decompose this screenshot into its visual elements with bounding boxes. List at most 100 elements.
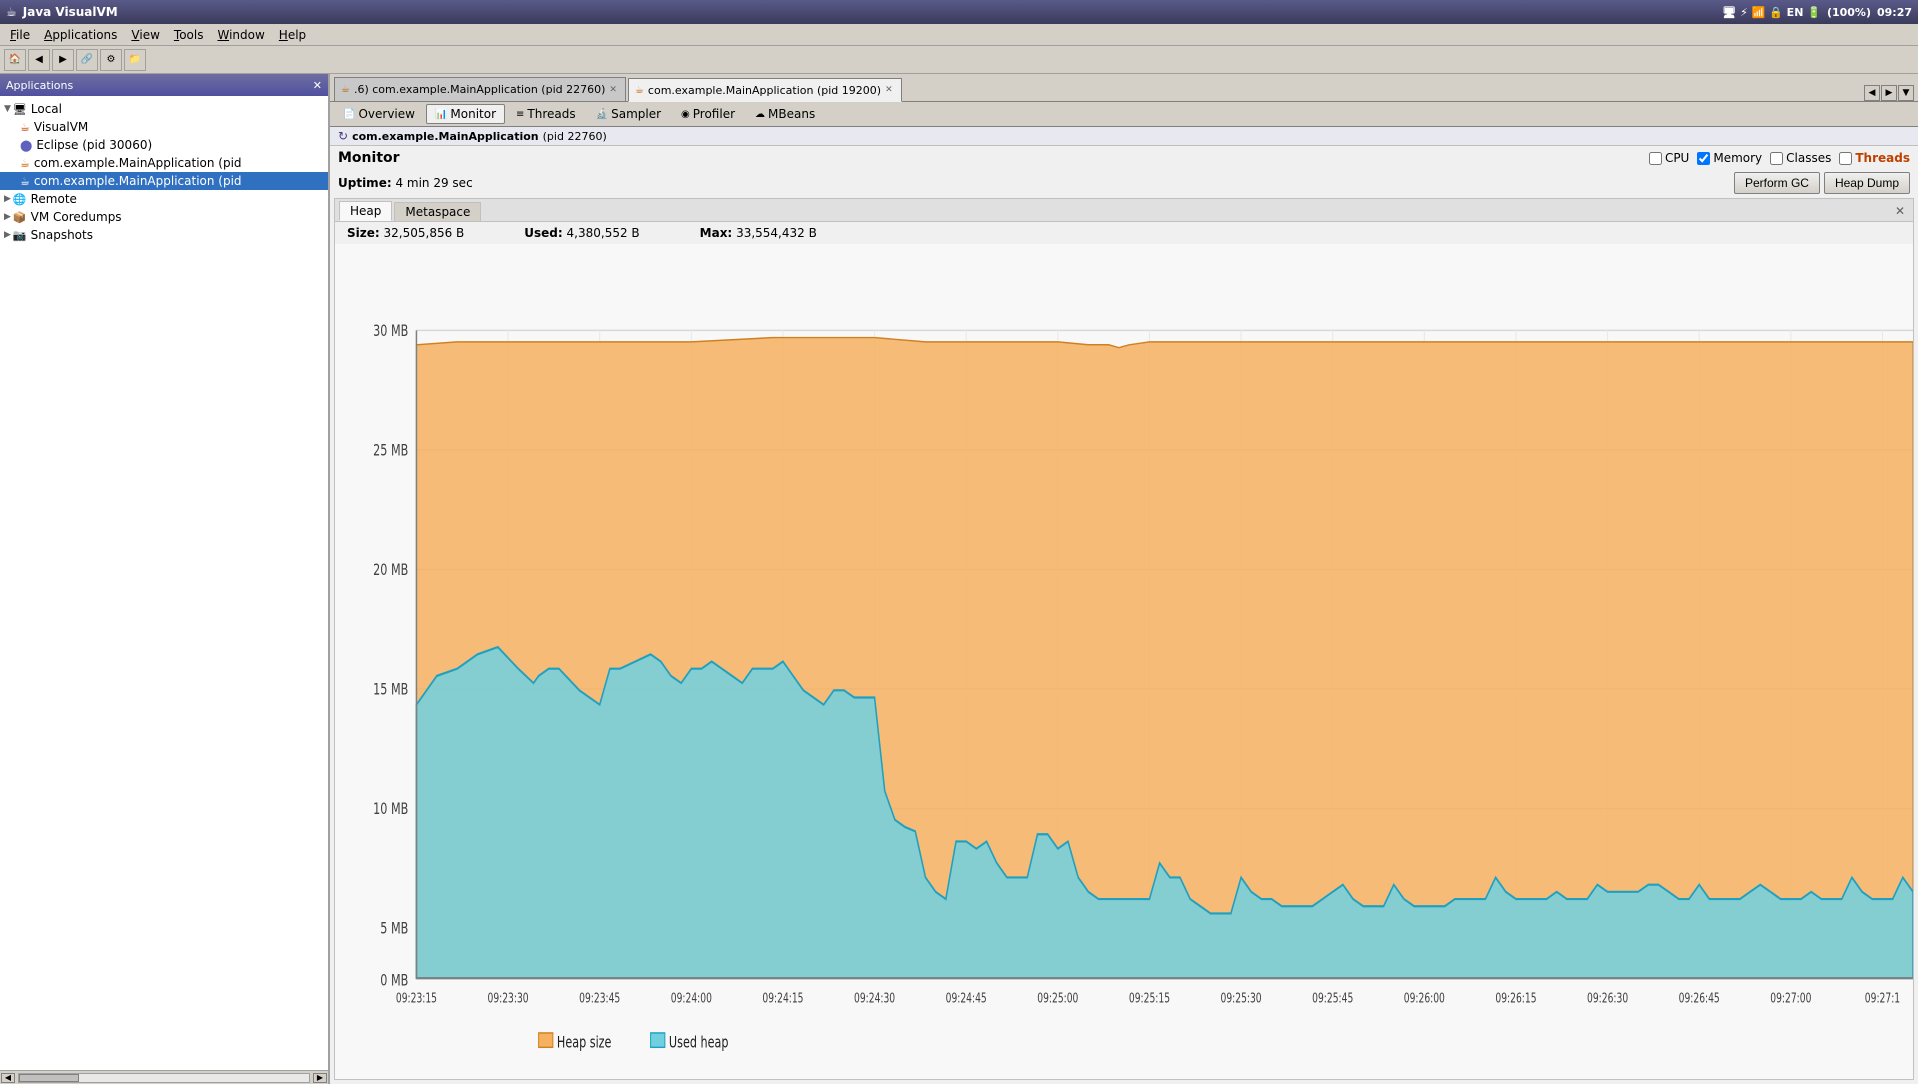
titlebar-left: ☕ Java VisualVM <box>6 5 118 19</box>
tree-item-local[interactable]: ▼ 🖥 Local <box>0 100 328 118</box>
heap-dump-button[interactable]: Heap Dump <box>1824 172 1910 194</box>
toolbar-btn-4[interactable]: 🔗 <box>76 49 98 71</box>
menu-applications[interactable]: Applications <box>38 26 123 44</box>
max-label: Max: <box>700 226 733 240</box>
system-tray-icons: 🖥 ⚡ 📶 🔒 EN 🔋 <box>1722 6 1821 19</box>
toolbar-btn-1[interactable]: 🏠 <box>4 49 26 71</box>
perform-gc-button[interactable]: Perform GC <box>1734 172 1820 194</box>
tab1-close[interactable]: ✕ <box>609 85 617 95</box>
stats-row: Size: 32,505,856 B Used: 4,380,552 B Max… <box>335 222 1913 244</box>
svg-text:09:25:15: 09:25:15 <box>1129 991 1170 1006</box>
svg-text:0 MB: 0 MB <box>380 972 408 990</box>
tree-arrow-remote: ▶ <box>4 194 11 204</box>
sampler-icon: 🔬 <box>596 109 608 120</box>
menu-tools[interactable]: Tools <box>168 26 210 44</box>
toolbar-btn-5[interactable]: ⚙ <box>100 49 122 71</box>
menu-view[interactable]: View <box>125 26 165 44</box>
tree-item-coredumps[interactable]: ▶ 📦 VM Coredumps <box>0 208 328 226</box>
chart-tab-metaspace[interactable]: Metaspace <box>394 202 481 221</box>
mbeans-label: MBeans <box>768 107 815 121</box>
file-tab-1[interactable]: ☕ .6) com.example.MainApplication (pid 2… <box>334 77 626 101</box>
file-tab-2[interactable]: ☕ com.example.MainApplication (pid 19200… <box>628 78 902 102</box>
tree-label-main1: com.example.MainApplication (pid <box>34 156 242 170</box>
tree-area: ▼ 🖥 Local ☕ VisualVM ⬤ Eclipse (pid 3006… <box>0 96 328 1070</box>
scroll-right-btn[interactable]: ▶ <box>313 1073 327 1083</box>
tab1-icon: ☕ <box>341 84 350 95</box>
toolbar-btn-3[interactable]: ▶ <box>52 49 74 71</box>
tree-item-snapshots[interactable]: ▶ 📷 Snapshots <box>0 226 328 244</box>
svg-text:09:23:30: 09:23:30 <box>487 991 528 1006</box>
panel-close-btn[interactable]: ✕ <box>313 79 322 92</box>
process-bar: ↻ com.example.MainApplication (pid 22760… <box>330 127 1918 146</box>
memory-checkbox[interactable] <box>1697 152 1710 165</box>
svg-text:09:23:15: 09:23:15 <box>396 991 437 1006</box>
scroll-track <box>18 1073 310 1083</box>
overview-icon: 📄 <box>343 109 355 120</box>
svg-text:09:27:1: 09:27:1 <box>1865 991 1900 1006</box>
svg-text:09:23:45: 09:23:45 <box>579 991 620 1006</box>
tree-item-remote[interactable]: ▶ 🌐 Remote <box>0 190 328 208</box>
tab-nav: ◀ ▶ ▼ <box>1864 85 1914 101</box>
sub-tab-overview[interactable]: 📄 Overview <box>334 104 424 124</box>
menubar: File Applications View Tools Window Help <box>0 24 1918 46</box>
sub-tab-threads[interactable]: ≡ Threads <box>507 104 585 124</box>
tab-nav-right[interactable]: ▶ <box>1881 85 1897 101</box>
tree-label-coredumps: VM Coredumps <box>31 210 122 224</box>
sub-tab-profiler[interactable]: ◉ Profiler <box>672 104 744 124</box>
menu-file[interactable]: File <box>4 26 36 44</box>
tab2-close[interactable]: ✕ <box>885 85 893 95</box>
battery-pct: (100%) <box>1827 6 1871 19</box>
titlebar: ☕ Java VisualVM 🖥 ⚡ 📶 🔒 EN 🔋 (100%) 09:2… <box>0 0 1918 24</box>
tree-label-local: Local <box>31 102 62 116</box>
toolbar-btn-6[interactable]: 📁 <box>124 49 146 71</box>
scroll-thumb[interactable] <box>19 1074 79 1082</box>
left-panel: Applications ✕ ▼ 🖥 Local ☕ VisualVM ⬤ Ec… <box>0 74 330 1084</box>
classes-checkbox[interactable] <box>1770 152 1783 165</box>
file-tabs: ☕ .6) com.example.MainApplication (pid 2… <box>330 74 1918 102</box>
tree-item-main2[interactable]: ☕ com.example.MainApplication (pid <box>0 172 328 190</box>
svg-text:Heap size: Heap size <box>557 1033 612 1051</box>
chart-section: Heap Metaspace ✕ Size: 32,505,856 B Used… <box>334 198 1914 1080</box>
tree-label-visualvm: VisualVM <box>34 120 88 134</box>
profiler-label: Profiler <box>693 107 735 121</box>
svg-text:30 MB: 30 MB <box>373 322 408 340</box>
mbeans-icon: ☁ <box>755 109 765 120</box>
tab-nav-left[interactable]: ◀ <box>1864 85 1880 101</box>
app-title: Java VisualVM <box>23 5 118 19</box>
clock: 09:27 <box>1877 6 1912 19</box>
cpu-checkbox[interactable] <box>1649 152 1662 165</box>
scroll-left-btn[interactable]: ◀ <box>1 1073 15 1083</box>
threads-icon: ≡ <box>516 109 524 120</box>
uptime-text: Uptime: 4 min 29 sec <box>338 176 473 190</box>
tab-nav-menu[interactable]: ▼ <box>1898 85 1914 101</box>
used-value: 4,380,552 B <box>567 226 640 240</box>
sub-tab-sampler[interactable]: 🔬 Sampler <box>587 104 670 124</box>
toolbar-btn-2[interactable]: ◀ <box>28 49 50 71</box>
sub-tab-mbeans[interactable]: ☁ MBeans <box>746 104 824 124</box>
reload-icon[interactable]: ↻ <box>338 129 348 143</box>
svg-text:09:27:00: 09:27:00 <box>1770 991 1811 1006</box>
sub-tab-monitor[interactable]: 📊 Monitor <box>426 104 505 124</box>
chart-tabs: Heap Metaspace ✕ <box>335 199 1913 222</box>
menu-window[interactable]: Window <box>211 26 270 44</box>
svg-text:09:24:30: 09:24:30 <box>854 991 895 1006</box>
threads-checkbox-ctrl[interactable] <box>1839 152 1852 165</box>
menu-help[interactable]: Help <box>273 26 312 44</box>
threads-checkbox-group: Threads <box>1839 151 1910 165</box>
action-buttons: Perform GC Heap Dump <box>1734 172 1910 194</box>
sub-tabs: 📄 Overview 📊 Monitor ≡ Threads 🔬 Sampler… <box>330 102 1918 127</box>
chart-tab-heap[interactable]: Heap <box>339 201 392 221</box>
svg-text:09:26:30: 09:26:30 <box>1587 991 1628 1006</box>
memory-checkbox-group: Memory <box>1697 151 1762 165</box>
svg-text:09:25:45: 09:25:45 <box>1312 991 1353 1006</box>
eclipse-icon: ⬤ <box>20 139 32 152</box>
svg-text:09:25:30: 09:25:30 <box>1221 991 1262 1006</box>
tree-item-eclipse[interactable]: ⬤ Eclipse (pid 30060) <box>0 136 328 154</box>
monitor-title: Monitor <box>338 150 400 166</box>
chart-close-btn[interactable]: ✕ <box>1891 204 1909 218</box>
tree-item-visualvm[interactable]: ☕ VisualVM <box>0 118 328 136</box>
cpu-checkbox-label: CPU <box>1665 151 1689 165</box>
coredumps-icon: 📦 <box>13 211 27 224</box>
monitor-icon: 📊 <box>435 109 447 120</box>
tree-item-main1[interactable]: ☕ com.example.MainApplication (pid <box>0 154 328 172</box>
